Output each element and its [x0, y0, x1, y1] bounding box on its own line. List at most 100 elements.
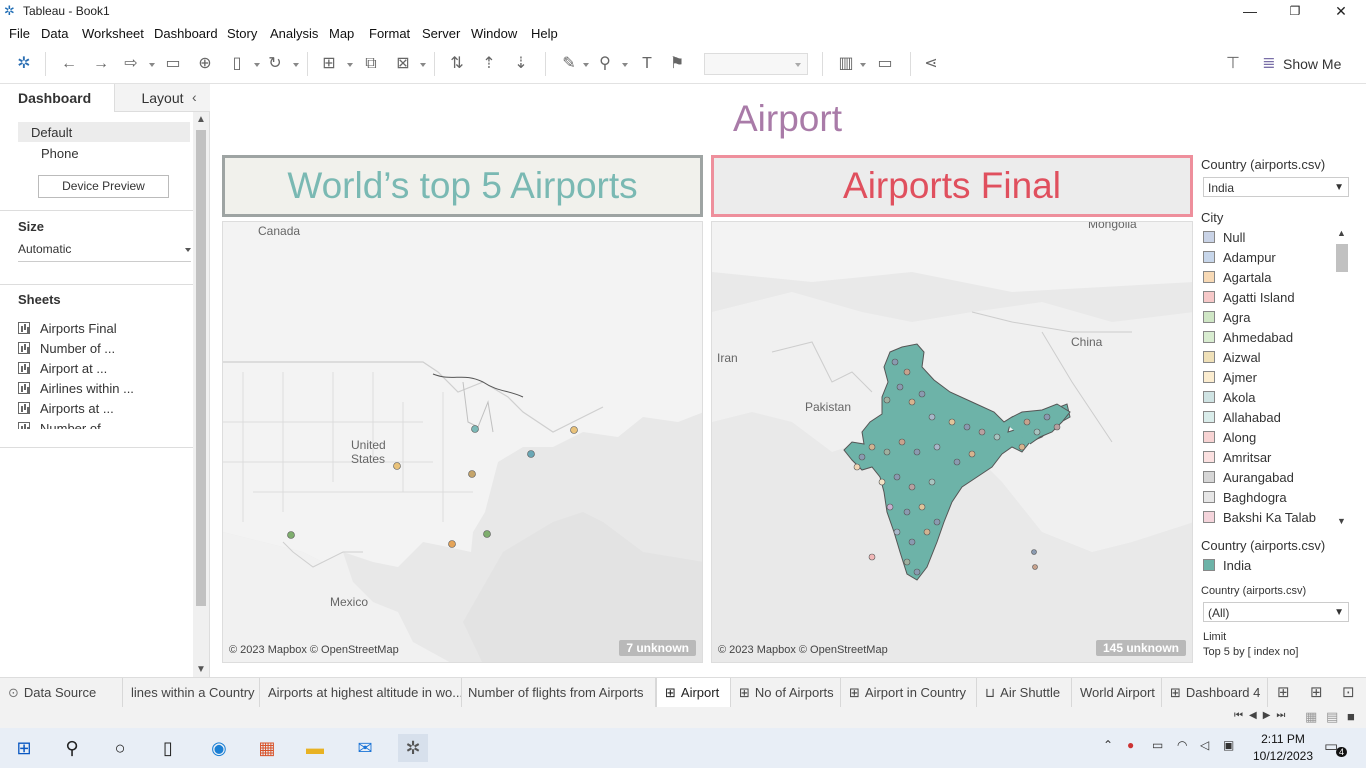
minimize-button[interactable]: — — [1227, 0, 1273, 22]
sort-asc-icon[interactable]: ⇡ — [478, 54, 500, 74]
maximize-button[interactable]: ❐ — [1272, 0, 1318, 22]
swap-icon[interactable]: ⇅ — [446, 54, 468, 74]
filmstrip-view-icon[interactable]: ▤ — [1326, 709, 1338, 725]
legend-item[interactable]: Adampur — [1203, 250, 1276, 270]
close-button[interactable]: ✕ — [1318, 0, 1364, 22]
country-filter2-dropdown[interactable]: (All) ▼ — [1203, 602, 1349, 622]
language-icon[interactable]: ▣ — [1223, 738, 1234, 752]
presentation-icon[interactable]: ▭ — [874, 54, 896, 74]
sheet-item[interactable]: Number of ... — [18, 341, 115, 361]
clear-sheet-icon[interactable]: ⊠ — [392, 54, 414, 74]
legend-scrollbar[interactable]: ▲ ▼ — [1334, 228, 1350, 526]
sheet-item[interactable]: Airports at ... — [18, 401, 114, 421]
tableau-taskbar-icon[interactable]: ✲ — [398, 734, 428, 762]
battery-icon[interactable]: ▭ — [1152, 738, 1163, 752]
sorter-view-icon[interactable]: ▦ — [1305, 709, 1317, 725]
world-top5-map[interactable]: Canada United States Mexico © 2023 Mapbo… — [222, 221, 703, 663]
menu-server[interactable]: Server — [422, 26, 460, 41]
file-explorer-icon[interactable]: ▬ — [300, 734, 330, 762]
device-default[interactable]: Default — [18, 122, 190, 142]
tab-sheet[interactable]: Number of flights from Airports — [462, 678, 656, 708]
tabs-view-icon[interactable]: ■ — [1347, 709, 1355, 724]
menu-format[interactable]: Format — [369, 26, 410, 41]
fit-dropdown[interactable] — [704, 53, 808, 75]
format-painter-icon[interactable]: ⊤ — [1222, 54, 1244, 74]
store-icon[interactable]: ▦ — [252, 734, 282, 762]
menu-map[interactable]: Map — [329, 26, 354, 41]
legend-item[interactable]: Ajmer — [1203, 370, 1257, 390]
show-me-button[interactable]: Show Me — [1283, 56, 1341, 72]
tab-dashboard[interactable]: ⊞ Airport in Country — [841, 678, 977, 708]
wifi-icon[interactable]: ◠ — [1177, 738, 1187, 752]
legend-item[interactable]: India — [1203, 558, 1251, 578]
airports-final-map[interactable]: Mongolia Iran Pakistan China © 2023 Mapb… — [711, 221, 1193, 663]
new-worksheet-icon[interactable]: ⊞ — [1277, 683, 1290, 701]
menu-data[interactable]: Data — [41, 26, 68, 41]
new-dashboard-icon[interactable]: ⊞ — [1310, 683, 1323, 701]
edge-icon[interactable]: ◉ — [204, 734, 234, 762]
task-view-icon[interactable]: ▯ — [153, 734, 183, 762]
sort-desc-icon[interactable]: ⇣ — [510, 54, 532, 74]
legend-item[interactable]: Null — [1203, 230, 1245, 250]
pause-updates-icon[interactable]: ▯ — [226, 54, 248, 74]
legend-item[interactable]: Along — [1203, 430, 1256, 450]
tableau-home-icon[interactable]: ✲ — [13, 54, 35, 74]
menu-dashboard[interactable]: Dashboard — [154, 26, 218, 41]
tab-sheet[interactable]: World Airport — [1072, 678, 1162, 708]
size-dropdown[interactable]: Automatic — [18, 242, 191, 262]
legend-item[interactable]: Ahmedabad — [1203, 330, 1293, 350]
search-icon[interactable]: ⚲ — [57, 734, 87, 762]
replay-icon[interactable]: ⇨ — [120, 54, 142, 74]
cortana-icon[interactable]: ○ — [105, 734, 135, 762]
duplicate-icon[interactable]: ⧉ — [360, 54, 382, 74]
menu-window[interactable]: Window — [471, 26, 517, 41]
tab-airport-active[interactable]: ⊞ Airport — [656, 678, 731, 708]
tab-dashboard[interactable]: ⊞ No of Airports — [731, 678, 841, 708]
menu-help[interactable]: Help — [531, 26, 558, 41]
tab-dashboard[interactable]: Dashboard — [0, 84, 114, 112]
refresh-icon[interactable]: ↻ — [264, 54, 286, 74]
legend-item[interactable]: Aizwal — [1203, 350, 1261, 370]
antivirus-icon[interactable]: ● — [1127, 738, 1134, 752]
menu-worksheet[interactable]: Worksheet — [82, 26, 144, 41]
legend-item[interactable]: Akola — [1203, 390, 1256, 410]
sheet-item[interactable]: Airports Final — [18, 321, 117, 341]
undo-icon[interactable]: ← — [58, 54, 80, 74]
unknown-badge[interactable]: 145 unknown — [1095, 640, 1186, 656]
windows-start-icon[interactable]: ⊞ — [9, 734, 39, 762]
sheet-nav-arrows-icon[interactable]: ⏮◀▶⏭ — [1234, 710, 1291, 721]
legend-item[interactable]: Agartala — [1203, 270, 1271, 290]
new-worksheet-icon[interactable]: ⊞ — [318, 54, 340, 74]
pin-icon[interactable]: ⚑ — [666, 54, 688, 74]
collapse-pane-icon[interactable]: ‹ — [192, 89, 197, 105]
legend-item[interactable]: Agra — [1203, 310, 1250, 330]
group-icon[interactable]: ⚲ — [594, 54, 616, 74]
save-icon[interactable]: ▭ — [162, 54, 184, 74]
mail-icon[interactable]: ✉ — [350, 734, 380, 762]
map-attribution[interactable]: © 2023 Mapbox © OpenStreetMap — [229, 644, 399, 656]
tab-story[interactable]: ⊔ Air Shuttle — [977, 678, 1072, 708]
new-datasource-icon[interactable]: ⊕ — [194, 54, 216, 74]
volume-icon[interactable]: ◁ — [1200, 738, 1209, 752]
tab-dashboard[interactable]: ⊞ Dashboard 4 — [1162, 678, 1268, 708]
legend-item[interactable]: Allahabad — [1203, 410, 1281, 430]
clock-time[interactable]: 2:11 PM — [1253, 732, 1313, 746]
legend-item[interactable]: Agatti Island — [1203, 290, 1295, 310]
share-icon[interactable]: ⋖ — [920, 54, 942, 74]
menu-analysis[interactable]: Analysis — [270, 26, 318, 41]
tray-chevron-icon[interactable]: ⌃ — [1103, 738, 1113, 752]
menu-file[interactable]: File — [9, 26, 30, 41]
map-attribution[interactable]: © 2023 Mapbox © OpenStreetMap — [718, 644, 888, 656]
device-preview-button[interactable]: Device Preview — [38, 175, 169, 198]
show-me-icon[interactable]: ≣ — [1258, 54, 1280, 74]
legend-item[interactable]: Amritsar — [1203, 450, 1271, 470]
legend-item[interactable]: Aurangabad — [1203, 470, 1294, 490]
highlight-icon[interactable]: ✎ — [558, 54, 580, 74]
country-filter-dropdown[interactable]: India ▼ — [1203, 177, 1349, 197]
tab-sheet[interactable]: Airports at highest altitude in wo... — [260, 678, 462, 708]
pane-scrollbar[interactable]: ▲ ▼ — [193, 112, 209, 677]
tab-sheet[interactable]: lines within a Country — [123, 678, 260, 708]
menu-story[interactable]: Story — [227, 26, 257, 41]
tab-data-source[interactable]: ⊙ Data Source — [0, 678, 123, 708]
legend-item[interactable]: Bakshi Ka Talab — [1203, 510, 1316, 530]
